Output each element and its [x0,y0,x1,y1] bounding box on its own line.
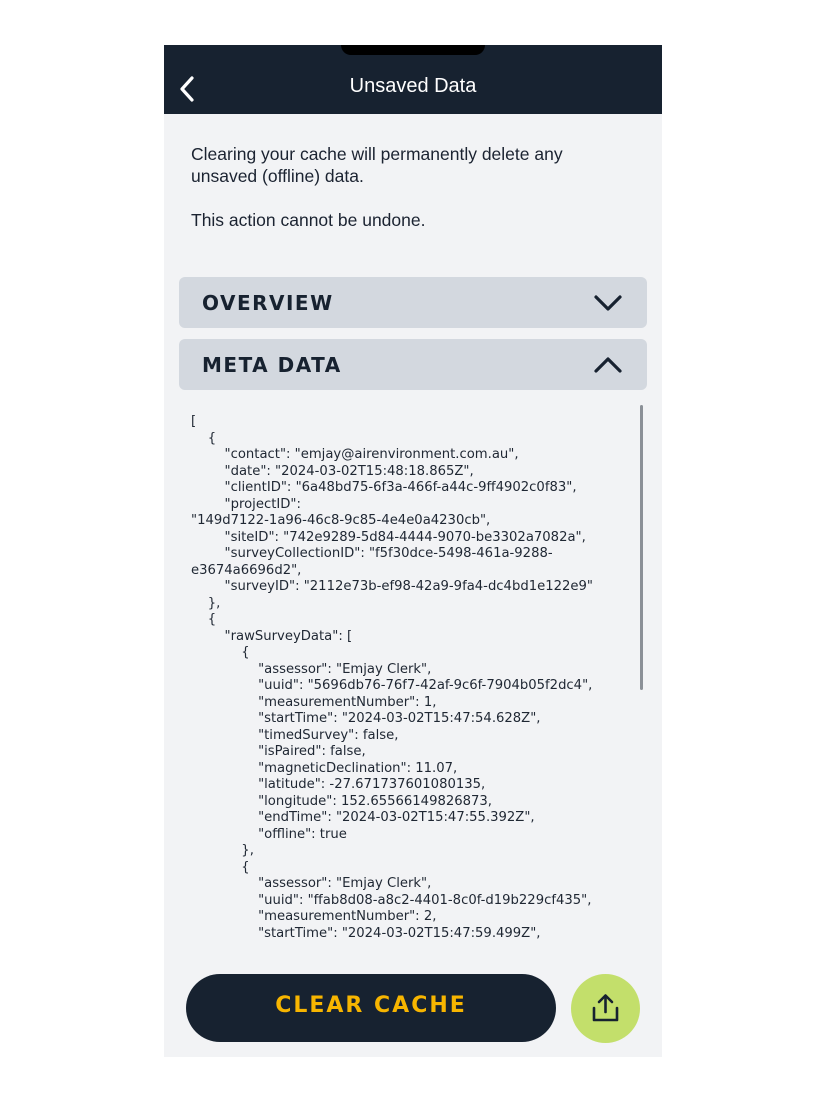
meta-data-accordion[interactable]: META DATA [179,339,647,390]
chevron-up-icon [594,357,622,373]
app-screen: Unsaved Data Clearing your cache will pe… [164,45,662,1057]
share-button[interactable] [571,974,640,1043]
metadata-json: [ { "contact": "emjay@airenvironment.com… [191,414,593,941]
meta-data-label: META DATA [202,353,342,377]
overview-label: OVERVIEW [202,291,334,315]
metadata-scroll-area[interactable]: [ { "contact": "emjay@airenvironment.com… [191,414,637,948]
overview-accordion[interactable]: OVERVIEW [179,277,647,328]
clear-cache-button[interactable]: CLEAR CACHE [186,974,556,1042]
app-header: Unsaved Data [164,45,662,114]
chevron-down-icon [594,295,622,311]
page-title: Unsaved Data [349,75,477,97]
intro-text: Clearing your cache will permanently del… [191,143,631,231]
share-upload-icon [592,994,619,1022]
undo-warning-text: This action cannot be undone. [191,210,426,230]
device-notch [341,45,485,55]
warning-text: Clearing your cache will permanently del… [191,144,563,186]
metadata-scrollbar[interactable] [640,405,643,690]
clear-cache-label: CLEAR CACHE [275,993,467,1018]
